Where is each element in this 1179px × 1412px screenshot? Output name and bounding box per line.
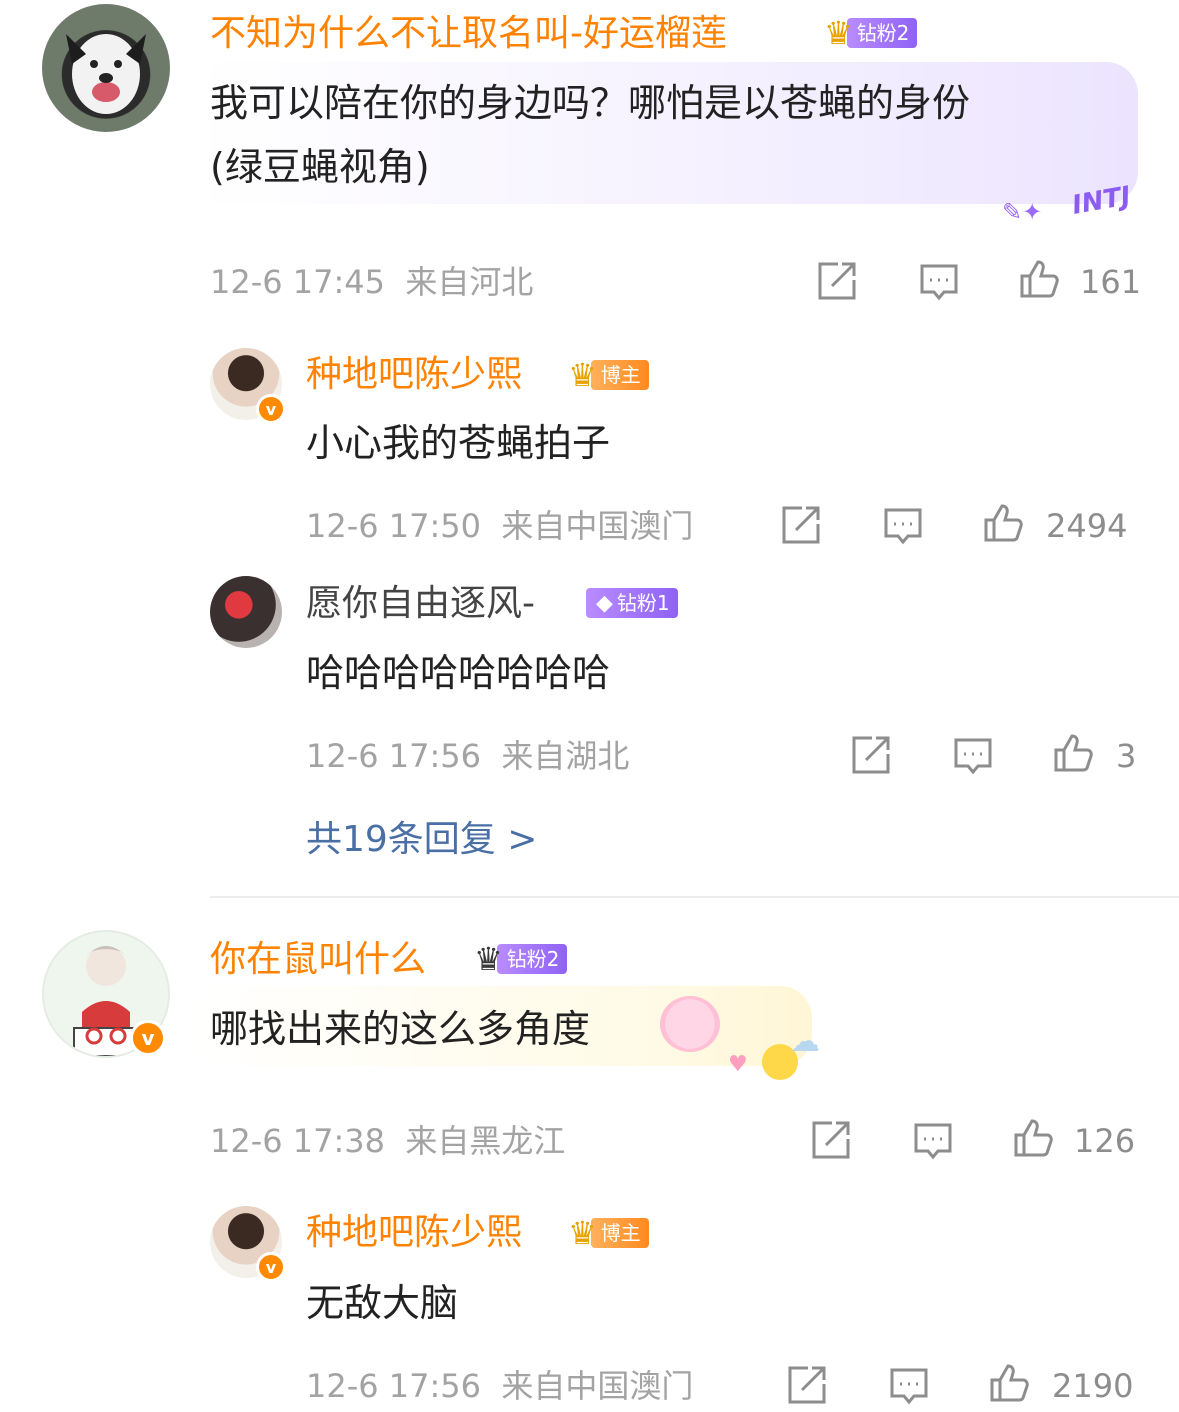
badge-text: 钻粉1: [616, 591, 670, 615]
share-icon[interactable]: [780, 504, 822, 546]
badge-label: 钻粉2: [496, 944, 568, 974]
bunny-sticker-icon: [660, 996, 720, 1052]
verified-icon: v: [256, 394, 286, 424]
badge-label: ◆ 钻粉1: [586, 588, 678, 618]
location: 来自湖北: [501, 737, 630, 775]
like-icon[interactable]: [982, 502, 1024, 544]
comment-text-line2: (绿豆蝇视角): [210, 145, 430, 189]
location: 来自黑龙江: [405, 1122, 566, 1160]
time: 12-6 17:50: [306, 507, 482, 545]
share-icon[interactable]: [810, 1119, 852, 1161]
time: 12-6 17:38: [210, 1122, 386, 1160]
comment-icon[interactable]: [882, 506, 924, 548]
sticker-decoration-icon: ✎✦: [1002, 198, 1043, 226]
comment-icon[interactable]: [952, 736, 994, 778]
verified-icon: v: [256, 1252, 286, 1282]
time: 12-6 17:56: [306, 1367, 482, 1405]
reply-text: 无敌大脑: [306, 1281, 459, 1325]
location: 来自中国澳门: [501, 507, 694, 545]
cloud-icon: ☁: [790, 1024, 820, 1059]
verified-icon: v: [130, 1020, 166, 1056]
comment-text: 我可以陪在你的身边吗？哪怕是以苍蝇的身份: [210, 81, 971, 125]
username[interactable]: 不知为什么不让取名叫-好运榴莲: [210, 14, 727, 54]
like-count: 2494: [1046, 507, 1128, 545]
avatar[interactable]: [210, 576, 282, 648]
like-count: 3: [1116, 737, 1137, 775]
reply-text: 小心我的苍蝇拍子: [306, 421, 611, 465]
like-count: 126: [1074, 1122, 1136, 1160]
divider: [210, 896, 1179, 898]
blogger-badge[interactable]: ♛ 博主: [568, 1216, 649, 1250]
share-icon[interactable]: [786, 1364, 828, 1406]
comment-icon[interactable]: [918, 262, 960, 304]
badge-label: 博主: [590, 360, 649, 390]
like-icon[interactable]: [988, 1362, 1030, 1404]
reply-text: 哈哈哈哈哈哈哈哈: [306, 651, 611, 695]
username[interactable]: 种地吧陈少熙: [306, 355, 522, 395]
time: 12-6 17:56: [306, 737, 482, 775]
timestamp: 12-6 17:56 来自湖北: [306, 736, 629, 776]
username[interactable]: 种地吧陈少熙: [306, 1213, 522, 1253]
crown-icon: ♛: [568, 356, 597, 394]
avatar[interactable]: [42, 4, 170, 132]
time: 12-6 17:45: [210, 263, 386, 301]
comment-icon[interactable]: [888, 1366, 930, 1408]
username[interactable]: 你在鼠叫什么: [210, 940, 426, 980]
diamond-icon: ◆: [596, 591, 613, 616]
crown-icon: ♛: [824, 14, 853, 52]
location: 来自中国澳门: [501, 1367, 694, 1405]
share-icon[interactable]: [850, 734, 892, 776]
crown-icon: ♛: [568, 1214, 597, 1252]
comment-icon[interactable]: [912, 1121, 954, 1163]
fan-badge[interactable]: ♛ 钻粉2: [474, 940, 568, 978]
timestamp: 12-6 17:38 来自黑龙江: [210, 1121, 565, 1161]
badge-label: 钻粉2: [846, 18, 918, 48]
badge-label: 博主: [590, 1218, 649, 1248]
like-count: 2190: [1052, 1367, 1134, 1405]
like-count: 161: [1080, 263, 1142, 301]
more-replies-link[interactable]: 共19条回复 >: [306, 820, 537, 860]
username[interactable]: 愿你自由逐风-: [306, 584, 535, 624]
timestamp: 12-6 17:50 来自中国澳门: [306, 506, 693, 546]
location: 来自河北: [405, 263, 534, 301]
like-icon[interactable]: [1018, 258, 1060, 300]
like-icon[interactable]: [1052, 732, 1094, 774]
heart-icon: ♥: [728, 1052, 748, 1077]
blogger-badge[interactable]: ♛ 博主: [568, 358, 649, 392]
comment-text: 哪找出来的这么多角度: [210, 1007, 591, 1051]
timestamp: 12-6 17:56 来自中国澳门: [306, 1366, 693, 1406]
like-icon[interactable]: [1012, 1117, 1054, 1159]
timestamp: 12-6 17:45 来自河北: [210, 262, 533, 302]
fan-badge[interactable]: ◆ 钻粉1: [586, 586, 678, 620]
share-icon[interactable]: [816, 260, 858, 302]
crown-icon: ♛: [474, 940, 503, 978]
fan-badge[interactable]: ♛ 钻粉2: [824, 14, 918, 52]
